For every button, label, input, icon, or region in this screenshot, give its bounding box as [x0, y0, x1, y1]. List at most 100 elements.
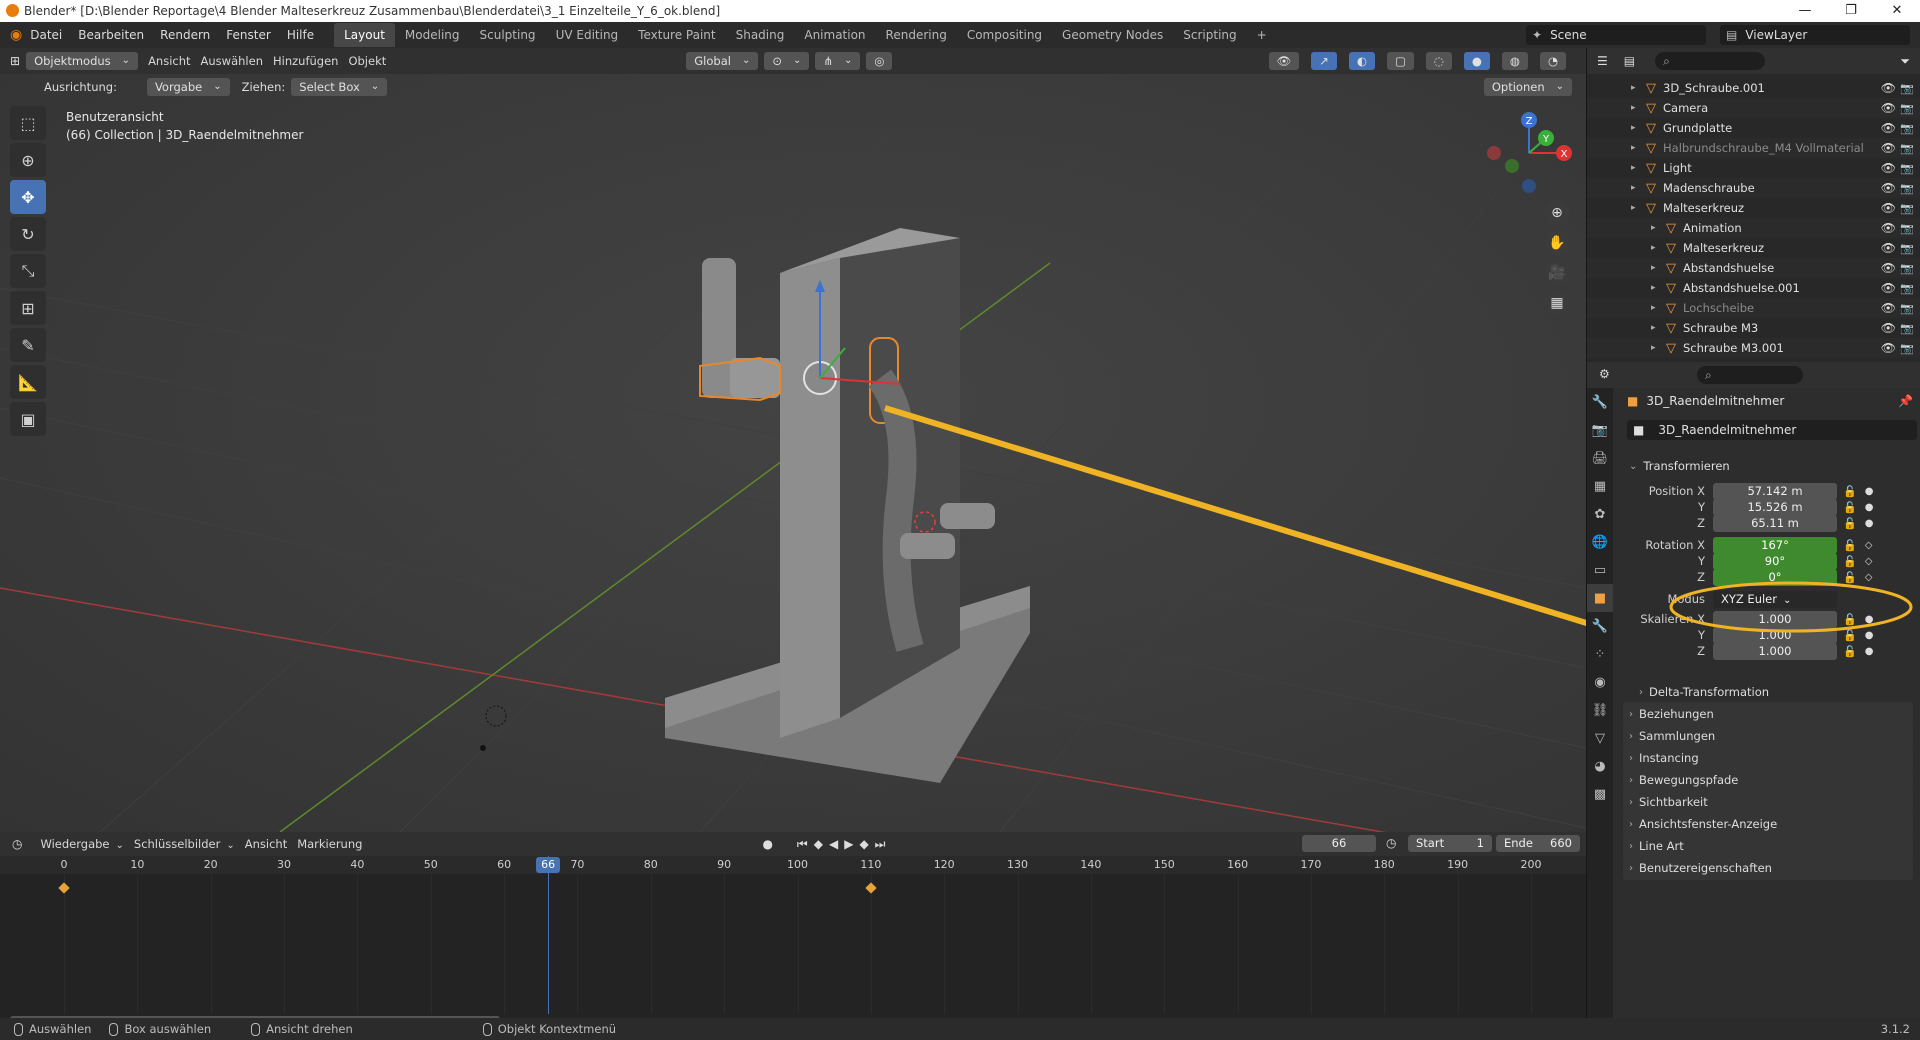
expand-arrow-icon[interactable]: ▸	[1651, 243, 1663, 253]
data-tab-icon[interactable]: ▽	[1587, 724, 1613, 752]
jump-start-icon[interactable]: ⏮	[797, 837, 814, 851]
shading-rendered-button[interactable]: ◔	[1539, 52, 1566, 70]
lock-icon[interactable]: 🔓	[1843, 645, 1857, 658]
annotate-tool[interactable]: ✎	[10, 328, 46, 362]
keyframe-dot-icon[interactable]: ●	[1865, 502, 1874, 513]
add-cube-tool[interactable]: ▣	[10, 402, 46, 436]
prev-key-icon[interactable]: ◆	[814, 837, 829, 851]
render-visibility-icon[interactable]: 📷	[1900, 242, 1914, 255]
modifier-tab-icon[interactable]: 🔧	[1587, 612, 1613, 640]
shading-wireframe-button[interactable]: ◌	[1425, 52, 1452, 70]
lock-icon[interactable]: 🔓	[1843, 517, 1857, 530]
expand-arrow-icon[interactable]: ▸	[1631, 163, 1643, 173]
eye-icon[interactable]: 👁	[1881, 181, 1896, 195]
tab-uv-editing[interactable]: UV Editing	[546, 23, 629, 47]
eye-icon[interactable]: 👁	[1881, 101, 1896, 115]
position-x-field[interactable]: 57.142 m	[1713, 482, 1837, 500]
next-key-icon[interactable]: ◆	[859, 837, 874, 851]
section-header[interactable]: › Bewegungspfade	[1623, 768, 1913, 792]
perspective-toggle-icon[interactable]: ▦	[1544, 290, 1570, 316]
outliner-row[interactable]: ▸ ▽ Abstandshuelse.001 👁 📷	[1587, 278, 1920, 298]
display-mode-icon[interactable]: ▤	[1624, 54, 1635, 68]
expand-arrow-icon[interactable]: ▸	[1631, 103, 1643, 113]
transform-tool[interactable]: ⊞	[10, 291, 46, 325]
keyframes-menu[interactable]: Schlüsselbilder	[134, 837, 235, 851]
shading-material-button[interactable]: ◍	[1501, 52, 1528, 70]
keyframe-diamond-icon[interactable]: ◇	[1865, 556, 1873, 567]
restore-icon[interactable]: ❐	[1828, 0, 1874, 22]
eye-icon[interactable]: 👁	[1881, 341, 1896, 355]
collection-tab-icon[interactable]: ▭	[1587, 556, 1613, 584]
particles-tab-icon[interactable]: ⁘	[1587, 640, 1613, 668]
playhead-frame-label[interactable]: 66	[536, 857, 561, 873]
section-header[interactable]: › Delta-Transformation	[1633, 680, 1913, 704]
menu-objekt[interactable]: Objekt	[348, 54, 386, 68]
expand-arrow-icon[interactable]: ▸	[1631, 83, 1643, 93]
camera-view-icon[interactable]: 🎥	[1544, 260, 1570, 286]
menu-datei[interactable]: Datei	[22, 22, 70, 48]
output-tab-icon[interactable]: 🖨	[1587, 444, 1613, 472]
snap-dropdown[interactable]: ⋔	[815, 52, 861, 70]
eye-icon[interactable]: 👁	[1881, 281, 1896, 295]
model-assembly[interactable]	[665, 228, 1030, 783]
keyframe-icon[interactable]	[58, 882, 70, 894]
eye-icon[interactable]: 👁	[1881, 221, 1896, 235]
outliner-row[interactable]: ▸ ▽ Light 👁 📷	[1587, 158, 1920, 178]
outliner-row[interactable]: ▸ ▽ Halbrundschraube_M4 Vollmaterial 👁 📷	[1587, 138, 1920, 158]
outliner-row[interactable]: ▸ ▽ 3D_Schraube.001 👁 📷	[1587, 78, 1920, 98]
render-visibility-icon[interactable]: 📷	[1900, 142, 1914, 155]
scale-tool[interactable]: ⤡	[10, 254, 46, 288]
scale-z-field[interactable]: 1.000	[1713, 642, 1837, 660]
orientation-dropdown[interactable]: Global	[686, 52, 759, 70]
menu-rendern[interactable]: Rendern	[152, 22, 218, 48]
tool-tab-icon[interactable]: 🔧	[1587, 388, 1613, 416]
play-reverse-icon[interactable]: ◀	[829, 837, 844, 851]
menu-auswaehlen[interactable]: Auswählen	[201, 54, 263, 68]
render-visibility-icon[interactable]: 📷	[1900, 222, 1914, 235]
navigation-gizmo[interactable]: X Z Y	[1484, 108, 1574, 194]
object-datablock-field[interactable]: ■ 3D_Raendelmitnehmer	[1627, 420, 1917, 440]
rotation-x-field[interactable]: 167°	[1713, 536, 1837, 554]
menu-fenster[interactable]: Fenster	[218, 22, 279, 48]
playhead[interactable]	[548, 856, 550, 1014]
expand-arrow-icon[interactable]: ▸	[1651, 223, 1663, 233]
close-icon[interactable]: ✕	[1874, 0, 1920, 22]
outliner-row[interactable]: ▸ ▽ Schraube M3 👁 📷	[1587, 318, 1920, 338]
tab-geometry-nodes[interactable]: Geometry Nodes	[1052, 23, 1173, 47]
pan-icon[interactable]: ✋	[1544, 230, 1570, 256]
render-tab-icon[interactable]: 📷	[1587, 416, 1613, 444]
menu-hilfe[interactable]: Hilfe	[279, 22, 322, 48]
texture-tab-icon[interactable]: ▩	[1587, 780, 1613, 808]
expand-arrow-icon[interactable]: ▸	[1651, 263, 1663, 273]
eye-icon[interactable]: 👁	[1881, 241, 1896, 255]
outliner-row[interactable]: ▸ ▽ Grundplatte 👁 📷	[1587, 118, 1920, 138]
outliner-row[interactable]: ▸ ▽ Camera 👁 📷	[1587, 98, 1920, 118]
expand-arrow-icon[interactable]: ▸	[1631, 123, 1643, 133]
lock-icon[interactable]: 🔓	[1843, 485, 1857, 498]
ausrichtung-dropdown[interactable]: Vorgabe	[146, 78, 230, 96]
tab-sculpting[interactable]: Sculpting	[470, 23, 546, 47]
scene-selector[interactable]: ✦ Scene	[1526, 25, 1706, 45]
menu-bearbeiten[interactable]: Bearbeiten	[70, 22, 152, 48]
filter-icon[interactable]: ⏷	[1900, 54, 1910, 69]
outliner-row[interactable]: ▸ ▽ Madenschraube 👁 📷	[1587, 178, 1920, 198]
tab-animation[interactable]: Animation	[794, 23, 875, 47]
outliner-row[interactable]: ▸ ▽ Lochscheibe 👁 📷	[1587, 298, 1920, 318]
view-menu[interactable]: Ansicht	[245, 837, 287, 851]
outliner-row[interactable]: ▸ ▽ Malteserkreuz 👁 📷	[1587, 198, 1920, 218]
render-visibility-icon[interactable]: 📷	[1900, 202, 1914, 215]
move-tool[interactable]: ✥	[10, 180, 46, 214]
start-frame-field[interactable]: Start 1	[1408, 835, 1492, 852]
lock-icon[interactable]: 🔓	[1843, 555, 1857, 568]
keyframe-diamond-icon[interactable]: ◇	[1865, 540, 1873, 551]
eye-icon[interactable]: 👁	[1881, 201, 1896, 215]
viewlayer-selector[interactable]: ▤ ViewLayer	[1720, 25, 1910, 45]
ziehen-dropdown[interactable]: Select Box	[291, 78, 388, 96]
zoom-icon[interactable]: ⊕	[1544, 200, 1570, 226]
marker-menu[interactable]: Markierung	[297, 837, 362, 851]
object-tab-icon[interactable]: ■	[1587, 584, 1613, 612]
eye-icon[interactable]: 👁	[1881, 121, 1896, 135]
expand-arrow-icon[interactable]: ▸	[1651, 323, 1663, 333]
end-frame-field[interactable]: Ende 660	[1496, 835, 1580, 852]
menu-ansicht[interactable]: Ansicht	[148, 54, 190, 68]
